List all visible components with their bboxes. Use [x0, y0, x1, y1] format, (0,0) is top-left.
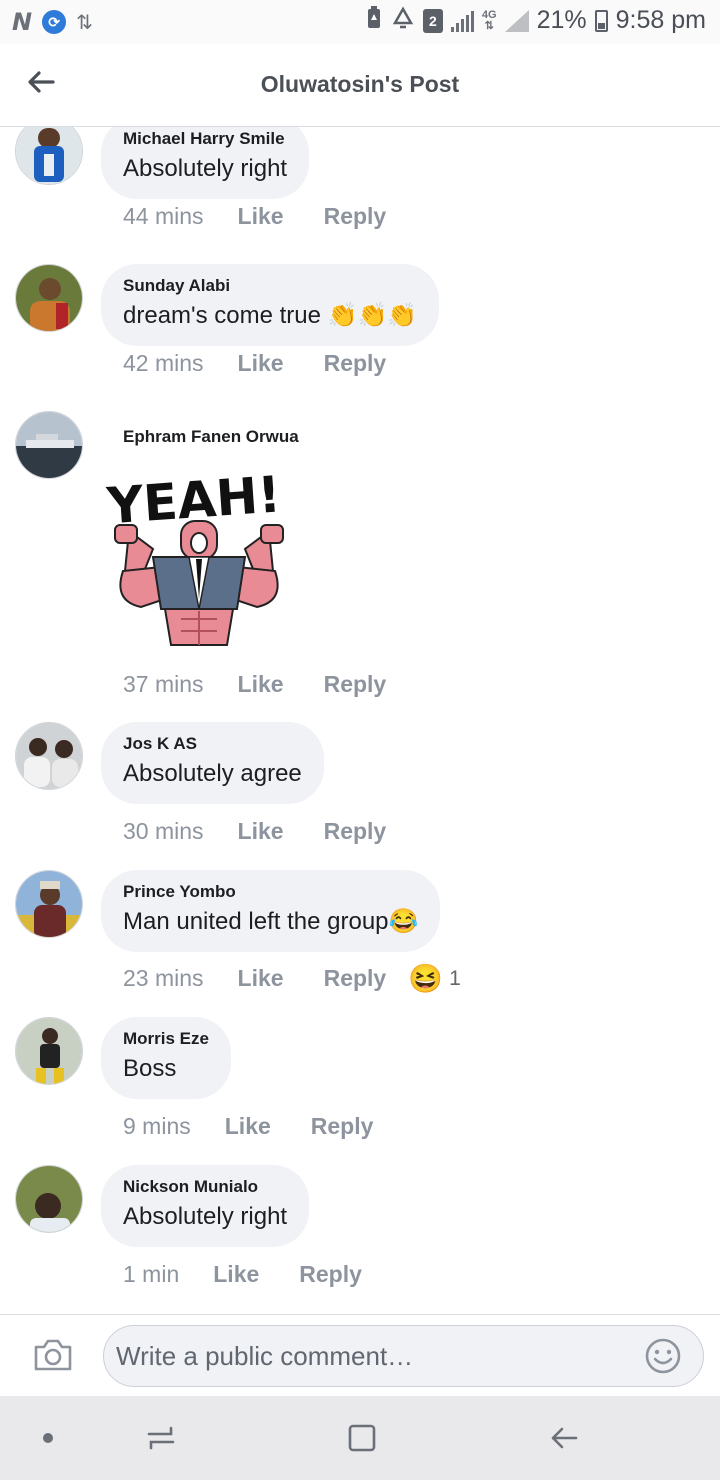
home-button[interactable]	[342, 1418, 382, 1458]
reply-button[interactable]: Reply	[324, 818, 387, 845]
nav-dot-button[interactable]	[28, 1418, 68, 1458]
like-button[interactable]: Like	[238, 818, 284, 845]
comment-actions: 37 mins Like Reply	[123, 671, 386, 698]
comment-bubble[interactable]: Jos K AS Absolutely agree	[101, 722, 324, 804]
dot-icon	[43, 1433, 53, 1443]
reply-button[interactable]: Reply	[299, 1261, 362, 1288]
yeah-sticker[interactable]: YEAH!	[101, 459, 297, 649]
like-button[interactable]: Like	[238, 671, 284, 698]
comment-composer	[0, 1314, 720, 1396]
sim-badge: 2	[422, 8, 443, 33]
comment-text: Absolutely right	[123, 1203, 288, 1230]
avatar[interactable]	[15, 722, 83, 790]
network-type: 4G ⇅	[481, 8, 497, 32]
reply-button[interactable]: Reply	[324, 350, 387, 377]
comment-bubble[interactable]: Nickson Munialo Absolutely right	[101, 1165, 310, 1247]
comment-author[interactable]: Nickson Munialo	[123, 1177, 287, 1197]
reply-button[interactable]: Reply	[311, 1113, 374, 1140]
home-icon	[348, 1424, 376, 1452]
comment-author[interactable]: Prince Yombo	[123, 882, 418, 902]
like-button[interactable]: Like	[238, 203, 284, 230]
clock: 9:58 pm	[615, 6, 706, 34]
avatar[interactable]	[15, 870, 83, 938]
comment-author[interactable]: Michael Harry Smile	[123, 129, 287, 149]
laughing-emoji: 😂	[388, 908, 419, 935]
comment-input[interactable]	[103, 1325, 704, 1387]
recents-icon	[147, 1426, 175, 1450]
comment-time[interactable]: 37 mins	[123, 671, 204, 698]
emoji-button[interactable]	[644, 1337, 682, 1375]
comment-actions: 30 mins Like Reply	[123, 818, 386, 845]
comment-bubble[interactable]: Prince Yombo Man united left the group😂	[101, 870, 441, 952]
comment-text: dream's come true 👏👏👏	[123, 302, 418, 329]
page-title: Oluwatosin's Post	[260, 71, 460, 97]
comment-author[interactable]: Jos K AS	[123, 734, 302, 754]
back-icon	[551, 1427, 578, 1449]
recycle-icon	[391, 6, 415, 35]
app-header: Oluwatosin's Post	[0, 44, 720, 127]
comment-actions: 42 mins Like Reply	[123, 350, 386, 377]
comment-actions: 23 mins Like Reply 😆 1	[123, 962, 461, 995]
battery-percent: 21%	[536, 6, 587, 34]
like-button[interactable]: Like	[238, 965, 284, 992]
comment-author[interactable]: Morris Eze	[123, 1029, 209, 1049]
like-button[interactable]: Like	[238, 350, 284, 377]
reaction-summary[interactable]: 😆 1	[408, 962, 461, 995]
recents-button[interactable]	[141, 1418, 181, 1458]
comment-actions: 9 mins Like Reply	[123, 1113, 373, 1140]
avatar[interactable]	[15, 127, 83, 185]
download-icon: ⇅	[76, 11, 93, 34]
comment-text: Boss	[123, 1055, 177, 1082]
comment-bubble[interactable]: Michael Harry Smile Absolutely right	[101, 127, 310, 199]
comment-author[interactable]: Sunday Alabi	[123, 276, 417, 296]
comment-bubble[interactable]: Sunday Alabi dream's come true 👏👏👏	[101, 264, 440, 346]
avatar[interactable]	[15, 1017, 83, 1085]
status-bar: N ⟳ ⇅ 2 4G ⇅ 21% 9:58 pm	[0, 0, 720, 44]
comment-actions: 1 min Like Reply	[123, 1261, 362, 1288]
camera-icon	[34, 1339, 72, 1371]
reply-button[interactable]: Reply	[324, 203, 387, 230]
comment-actions: 44 mins Like Reply	[123, 203, 386, 230]
reply-button[interactable]: Reply	[324, 671, 387, 698]
clapping-emoji: 👏👏👏	[327, 302, 418, 329]
comment-time[interactable]: 9 mins	[123, 1113, 191, 1140]
comment-time[interactable]: 1 min	[123, 1261, 179, 1288]
signal-icon	[450, 10, 474, 32]
status-notifications: N ⟳ ⇅	[12, 8, 93, 36]
n-icon: N	[12, 8, 33, 36]
like-button[interactable]: Like	[225, 1113, 271, 1140]
comments-list[interactable]: Michael Harry Smile Absolutely right 44 …	[0, 127, 720, 1314]
comment-text: Absolutely agree	[123, 760, 302, 787]
like-button[interactable]: Like	[213, 1261, 259, 1288]
avatar[interactable]	[15, 264, 83, 332]
comment-author[interactable]: Ephram Fanen Orwua	[123, 427, 299, 447]
comment-text: Absolutely right	[123, 155, 288, 182]
comment-time[interactable]: 30 mins	[123, 818, 204, 845]
system-nav-bar	[0, 1396, 720, 1480]
battery-saver-icon	[365, 6, 383, 35]
avatar[interactable]	[15, 411, 83, 479]
comment-bubble[interactable]: Morris Eze Boss	[101, 1017, 231, 1099]
comment-time[interactable]: 23 mins	[123, 965, 204, 992]
reply-button[interactable]: Reply	[324, 965, 387, 992]
reaction-count: 1	[449, 966, 461, 990]
system-back-button[interactable]	[544, 1418, 584, 1458]
comment-text: Man united left the group😂	[123, 908, 419, 935]
avatar[interactable]	[15, 1165, 83, 1233]
haha-reaction-icon: 😆	[408, 963, 444, 994]
comment-time[interactable]: 44 mins	[123, 203, 204, 230]
comment-time[interactable]: 42 mins	[123, 350, 204, 377]
battery-icon	[594, 9, 608, 32]
camera-button[interactable]	[32, 1335, 74, 1375]
smiley-icon	[645, 1338, 681, 1374]
status-system: 2 4G ⇅ 21% 9:58 pm	[365, 6, 706, 35]
sync-icon: ⟳	[42, 10, 67, 34]
signal-2-icon	[504, 9, 529, 32]
